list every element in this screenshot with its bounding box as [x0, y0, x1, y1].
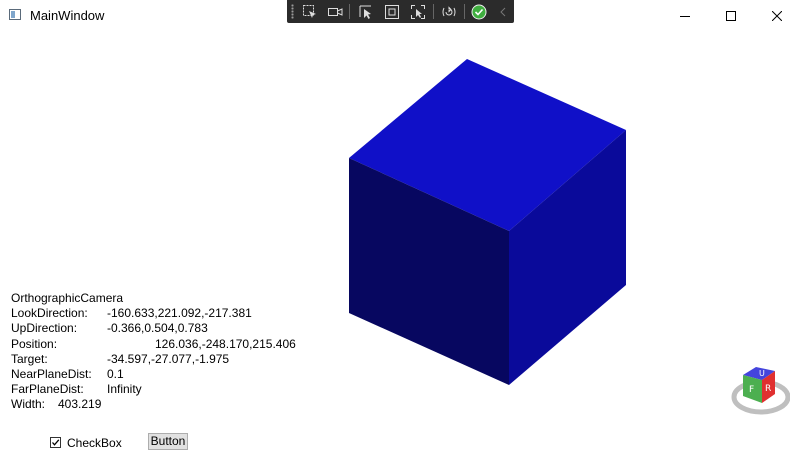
- layout-adorner-button[interactable]: [383, 3, 401, 20]
- view-cube-graphic: U R F: [731, 367, 791, 415]
- minimize-button[interactable]: [662, 0, 708, 31]
- video-icon: [328, 7, 343, 16]
- grip-handle[interactable]: [291, 4, 294, 19]
- close-button[interactable]: [754, 0, 800, 31]
- track-focus-button[interactable]: [409, 3, 427, 20]
- app-window-icon: [9, 9, 21, 20]
- view-cube-face-r[interactable]: R: [765, 384, 771, 394]
- video-button[interactable]: [326, 3, 344, 20]
- chevron-left-icon: [500, 7, 506, 16]
- status-check-button[interactable]: [470, 3, 488, 20]
- checkbox[interactable]: CheckBox: [50, 435, 122, 450]
- info-value: -34.597,-27.077,-1.975: [107, 351, 230, 366]
- toolbar-separator: [349, 4, 350, 19]
- info-value: 126.036,-248.170,215.406: [155, 336, 296, 351]
- maximize-button[interactable]: [708, 0, 754, 31]
- pointer-select-icon: [359, 5, 371, 19]
- checkbox-box[interactable]: [50, 437, 61, 448]
- main-window: MainWindow U R F OrthographicCamera Look…: [0, 0, 801, 469]
- camera-type: OrthographicCamera: [11, 291, 124, 305]
- toolbar-separator: [433, 4, 434, 19]
- track-focus-icon: [411, 4, 425, 19]
- view-cube-face-f[interactable]: F: [749, 385, 754, 395]
- window-title: MainWindow: [30, 8, 105, 23]
- info-label: Target:: [11, 351, 48, 366]
- info-value: 0.1: [107, 366, 124, 381]
- maximize-icon: [726, 10, 736, 21]
- info-label: LookDirection:: [11, 306, 88, 321]
- cube-model: [349, 59, 626, 385]
- info-value: Infinity: [107, 382, 142, 397]
- minimize-icon: [680, 15, 690, 17]
- info-label: UpDirection:: [11, 321, 78, 336]
- select-element-icon: [303, 4, 316, 18]
- info-label: NearPlaneDist:: [11, 366, 92, 381]
- info-value: -160.633,221.092,-217.381: [107, 306, 252, 321]
- xaml-debug-toolbar: [287, 0, 514, 23]
- view-cube-face-u[interactable]: U: [759, 369, 765, 378]
- view-cube[interactable]: U R F: [730, 363, 791, 423]
- hot-reload-button[interactable]: [440, 3, 458, 20]
- viewport-3d[interactable]: [0, 31, 801, 469]
- checkbox-label[interactable]: CheckBox: [67, 436, 122, 450]
- check-circle-icon: [471, 4, 487, 19]
- button[interactable]: Button: [148, 433, 188, 450]
- checkmark-icon: [52, 439, 60, 446]
- select-element-button[interactable]: [301, 3, 319, 20]
- layout-adorner-icon: [385, 4, 399, 19]
- info-label: Position:: [11, 336, 58, 351]
- info-label: FarPlaneDist:: [11, 382, 84, 397]
- toolbar-separator: [464, 4, 465, 19]
- hot-reload-icon: [442, 5, 456, 16]
- collapse-toolbar-button[interactable]: [494, 3, 512, 20]
- info-label: Width:: [11, 397, 46, 412]
- info-value: 403.219: [58, 397, 102, 412]
- close-icon: [772, 10, 782, 21]
- pointer-select-button[interactable]: [357, 3, 375, 20]
- info-value: -0.366,0.504,0.783: [107, 321, 208, 336]
